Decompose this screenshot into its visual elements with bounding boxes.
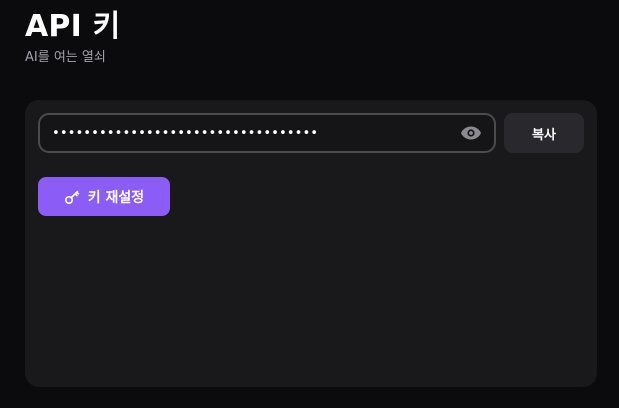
api-key-page: API 키 AI를 여는 열쇠 복사 키 재설정: [0, 0, 619, 408]
key-icon: [64, 189, 80, 205]
reset-key-button[interactable]: 키 재설정: [38, 177, 170, 216]
api-key-card: 복사 키 재설정: [25, 100, 597, 387]
eye-icon[interactable]: [460, 122, 482, 144]
api-key-input[interactable]: [52, 115, 432, 151]
page-title: API 키: [25, 9, 121, 44]
copy-button-label: 복사: [532, 127, 556, 143]
api-key-field[interactable]: [38, 113, 496, 153]
page-subtitle: AI를 여는 열쇠: [25, 50, 106, 65]
reset-key-button-label: 키 재설정: [87, 189, 145, 206]
copy-button[interactable]: 복사: [504, 113, 584, 153]
